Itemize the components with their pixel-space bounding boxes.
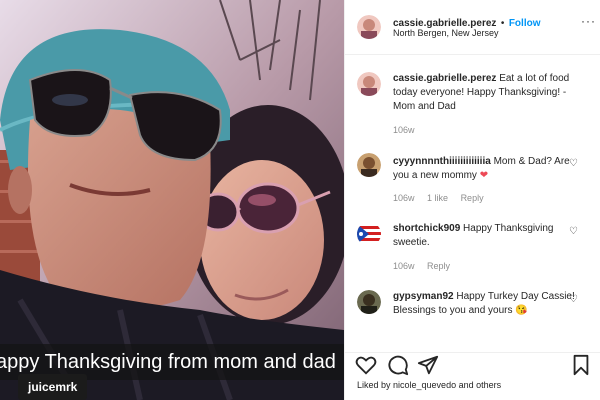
comment-time[interactable]: 106w bbox=[393, 193, 415, 203]
post-photo[interactable] bbox=[0, 0, 344, 400]
post-header: cassie.gabrielle.perez • Follow North Be… bbox=[345, 0, 600, 55]
caption-time[interactable]: 106w bbox=[393, 125, 415, 135]
photo-caption-text: appy Thanksgiving from mom and dad bbox=[0, 351, 336, 373]
comment-like-icon[interactable]: ♡ bbox=[569, 158, 578, 169]
caption-text: cassie.gabrielle.perez Eat a lot of food… bbox=[393, 72, 579, 114]
paper-plane-icon[interactable] bbox=[417, 354, 439, 381]
comment-text: shortchick909 Happy Thanksgiving sweetie… bbox=[393, 222, 579, 250]
comment-text: cyyynnnnthiiiiiiiiiiiiia Mom & Dad? Are … bbox=[393, 155, 579, 183]
follow-button[interactable]: Follow bbox=[509, 18, 541, 29]
comment-avatar[interactable] bbox=[357, 153, 381, 177]
comment-meta: 106w 1 like Reply bbox=[393, 193, 494, 203]
comment-username[interactable]: shortchick909 bbox=[393, 223, 460, 234]
reply-button[interactable]: Reply bbox=[461, 193, 484, 203]
comment-meta: 106w Reply bbox=[393, 261, 460, 271]
comment-username[interactable]: cyyynnnnthiiiiiiiiiiiiia bbox=[393, 156, 491, 167]
action-bar bbox=[345, 352, 600, 377]
comment-likes[interactable]: 1 like bbox=[427, 193, 448, 203]
caption-username[interactable]: cassie.gabrielle.perez bbox=[393, 73, 496, 84]
comment-avatar[interactable] bbox=[357, 290, 381, 314]
post-location[interactable]: North Bergen, New Jersey bbox=[393, 28, 499, 38]
comment-text: gypsyman92 Happy Turkey Day Cassie! Bles… bbox=[393, 290, 579, 318]
comment-time[interactable]: 106w bbox=[393, 261, 415, 271]
comment-avatar[interactable] bbox=[357, 222, 381, 246]
caption-avatar[interactable] bbox=[357, 72, 381, 96]
author-avatar[interactable] bbox=[357, 15, 381, 39]
likes-summary[interactable]: Liked by nicole_quevedo and others bbox=[357, 380, 501, 390]
comment-like-icon[interactable]: ♡ bbox=[569, 226, 578, 237]
separator-dot: • bbox=[500, 18, 505, 29]
comment-like-icon[interactable]: ♡ bbox=[569, 294, 578, 305]
comment-username[interactable]: gypsyman92 bbox=[393, 291, 454, 302]
more-options-icon[interactable]: ··· bbox=[581, 14, 596, 28]
comment-bubble-icon[interactable] bbox=[387, 354, 409, 381]
heart-emoji: ❤ bbox=[479, 170, 489, 181]
user-tag[interactable]: juicemrk bbox=[18, 374, 88, 400]
post-side-panel: cassie.gabrielle.perez • Follow North Be… bbox=[344, 0, 600, 400]
reply-button[interactable]: Reply bbox=[427, 261, 450, 271]
heart-outline-icon[interactable] bbox=[355, 354, 377, 381]
kiss-emoji: 😘 bbox=[515, 305, 528, 316]
bookmark-icon[interactable] bbox=[571, 354, 591, 381]
caption-meta: 106w bbox=[393, 125, 425, 135]
